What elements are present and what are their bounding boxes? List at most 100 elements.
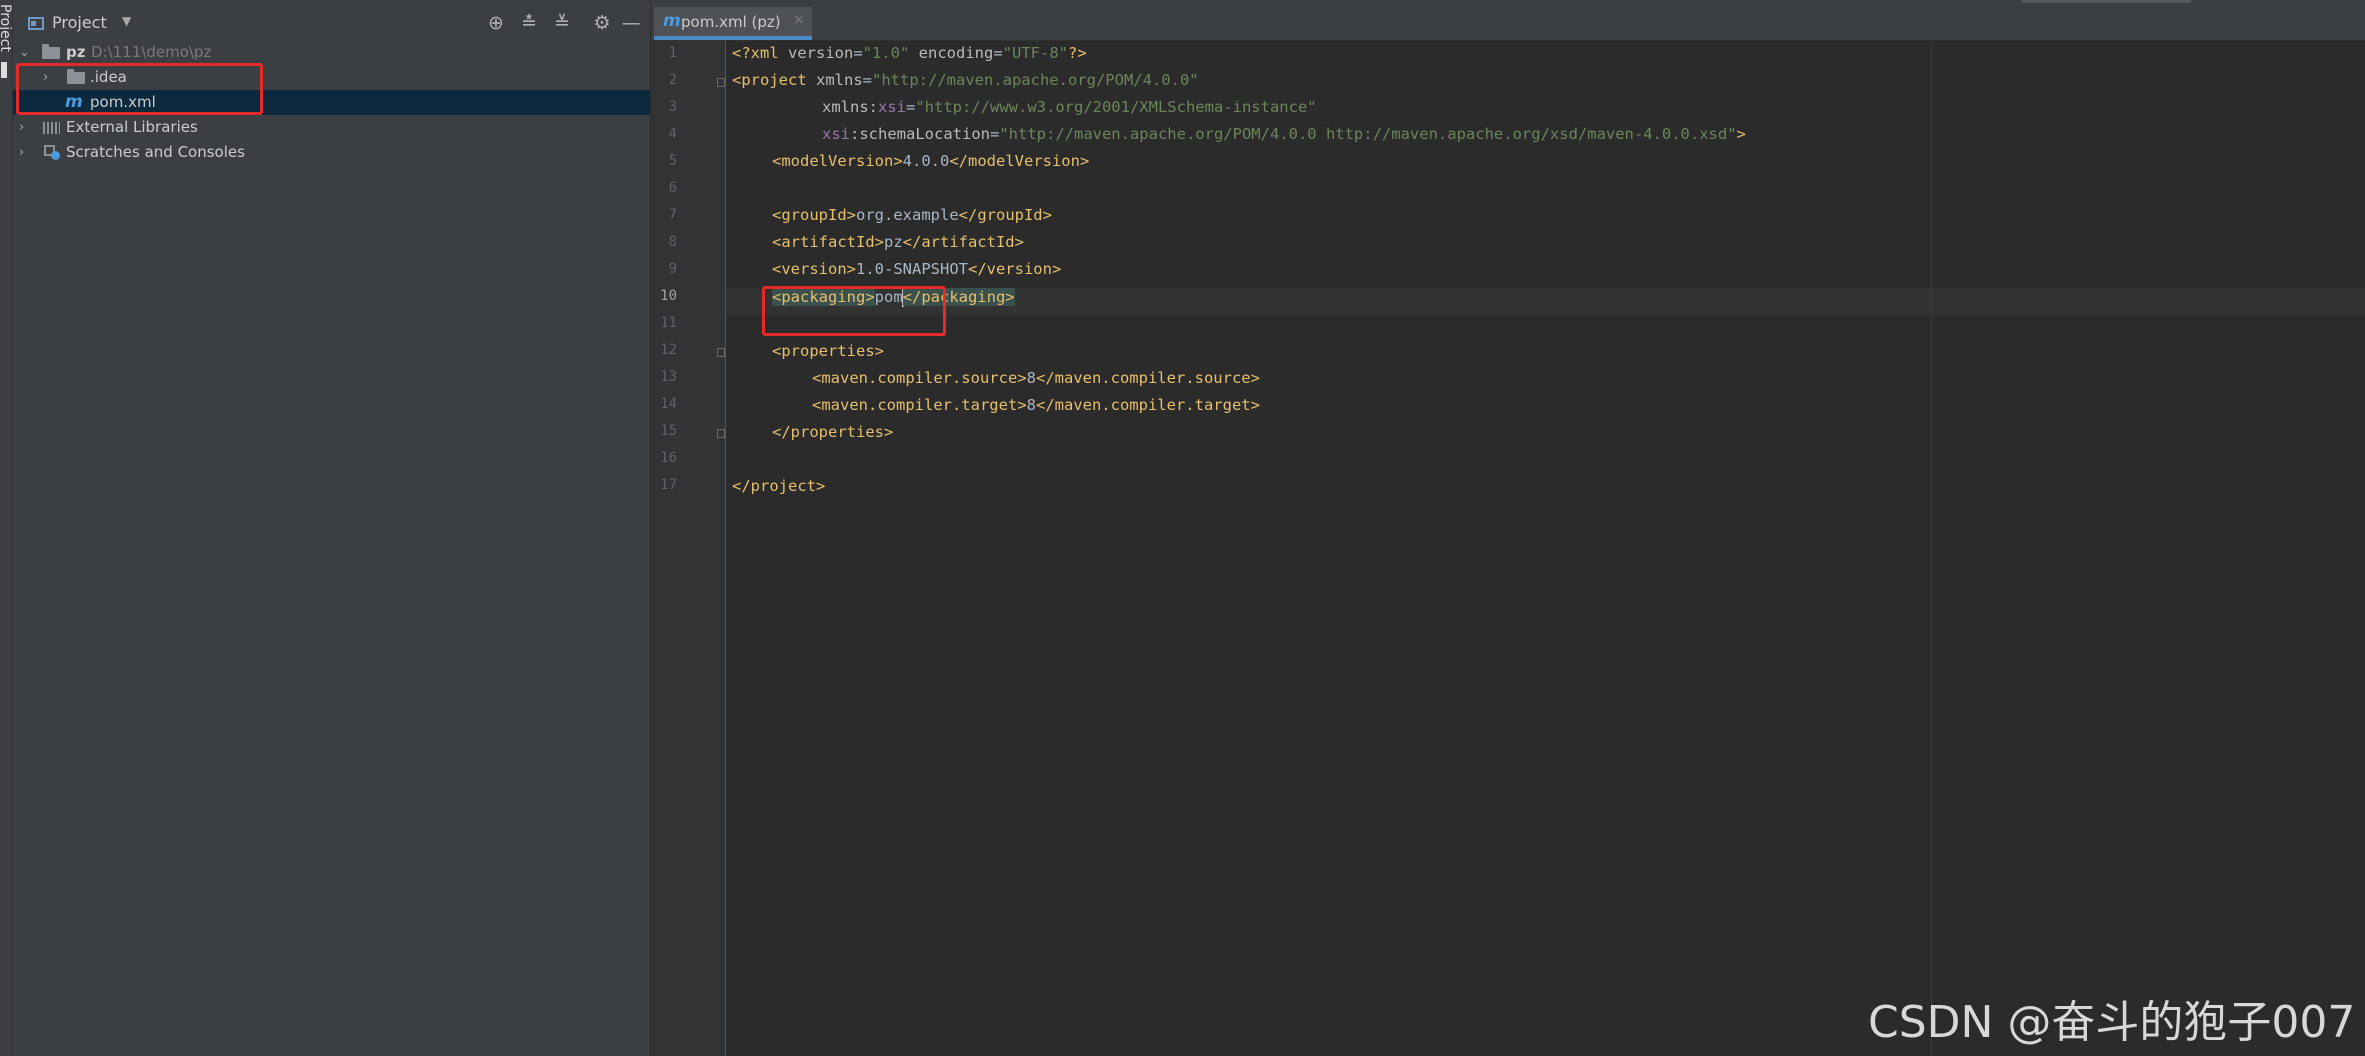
stripe-indicator bbox=[1, 62, 7, 78]
tag-text: pz bbox=[883, 233, 903, 251]
tag-open: <properties> bbox=[772, 342, 884, 360]
chevron-right-icon[interactable]: › bbox=[19, 115, 24, 140]
line-number: 7 bbox=[668, 207, 677, 223]
line-number: 15 bbox=[660, 423, 677, 439]
tag-close: </groupId> bbox=[958, 206, 1052, 224]
gear-icon[interactable]: ⚙ bbox=[590, 11, 614, 35]
code-line-14[interactable]: <maven.compiler.target>8</maven.compiler… bbox=[812, 392, 1260, 419]
line-number: 1 bbox=[668, 45, 677, 61]
tag-close: </artifactId> bbox=[902, 233, 1024, 251]
tag-close: </maven.compiler.target> bbox=[1035, 396, 1260, 414]
tag-open: <maven.compiler.target> bbox=[812, 396, 1027, 414]
attr-name: version bbox=[778, 44, 854, 62]
line-number: 9 bbox=[668, 261, 677, 277]
line-number: 12 bbox=[660, 342, 677, 358]
toolbar-widget bbox=[2021, 0, 2191, 3]
attr-name: :schemaLocation bbox=[850, 125, 990, 143]
code-line-1[interactable]: <?xml version="1.0" encoding="UTF-8"?> bbox=[732, 40, 1087, 67]
fold-marker[interactable] bbox=[717, 78, 725, 87]
line-number: 3 bbox=[668, 99, 677, 115]
view-dropdown-icon[interactable]: ▼ bbox=[122, 14, 131, 28]
chevron-right-icon[interactable]: › bbox=[19, 140, 24, 165]
expand-all-icon[interactable]: ≛ bbox=[517, 11, 541, 35]
code-line-2[interactable]: <project xmlns="http://maven.apache.org/… bbox=[732, 67, 1199, 94]
line-number: 11 bbox=[660, 315, 677, 331]
right-margin-guide bbox=[1931, 41, 1932, 1056]
scratches-icon bbox=[44, 145, 60, 160]
project-view-icon bbox=[28, 17, 44, 30]
tag-close: </maven.compiler.source> bbox=[1035, 369, 1260, 387]
tag-text: 1.0-SNAPSHOT bbox=[856, 260, 968, 278]
code-line-3[interactable]: xmlns:xsi="http://www.w3.org/2001/XMLSch… bbox=[822, 94, 1317, 121]
line-number: 5 bbox=[668, 153, 677, 169]
editor-tab-bar: m pom.xml (pz) × bbox=[651, 0, 2365, 41]
tab-pom-xml[interactable]: m pom.xml (pz) × bbox=[654, 7, 812, 40]
tree-item-root[interactable]: ⌄ pz D:\111\demo\pz bbox=[13, 40, 650, 65]
tag-open: <modelVersion> bbox=[772, 152, 903, 170]
equals: = bbox=[853, 44, 863, 62]
line-number: 8 bbox=[668, 234, 677, 250]
library-icon bbox=[43, 122, 60, 134]
fold-marker[interactable] bbox=[717, 429, 725, 438]
equals: = bbox=[989, 125, 1000, 143]
code-line-17[interactable]: </project> bbox=[732, 473, 825, 500]
attr-value: "UTF-8" bbox=[1002, 44, 1069, 62]
editor-area: m pom.xml (pz) × 1 2 3 4 5 6 7 8 9 10 11… bbox=[651, 0, 2365, 1056]
tree-item-scratches[interactable]: › Scratches and Consoles bbox=[13, 140, 650, 165]
tag-close: </properties> bbox=[772, 423, 894, 441]
code-line-9[interactable]: <version>1.0-SNAPSHOT</version> bbox=[772, 256, 1061, 283]
project-panel-title[interactable]: Project bbox=[52, 13, 107, 32]
tag-text: 8 bbox=[1026, 396, 1036, 414]
line-number: 14 bbox=[660, 396, 677, 412]
line-number-current: 10 bbox=[660, 288, 677, 304]
line-number: 16 bbox=[660, 450, 677, 466]
root-folder-name: pz bbox=[66, 43, 86, 61]
locate-icon[interactable]: ⊕ bbox=[484, 11, 508, 35]
tag-close: </version> bbox=[967, 260, 1062, 278]
line-number-gutter: 1 2 3 4 5 6 7 8 9 10 11 12 13 14 15 16 1… bbox=[651, 41, 726, 1056]
root-folder-path: D:\111\demo\pz bbox=[91, 43, 212, 61]
line-number: 17 bbox=[660, 477, 677, 493]
close-icon[interactable]: × bbox=[793, 12, 805, 28]
attr-value: "1.0" bbox=[862, 44, 910, 62]
tree-item-external-libraries[interactable]: › External Libraries bbox=[13, 115, 650, 140]
code-line-15[interactable]: </properties> bbox=[772, 419, 893, 446]
tag-text: org.example bbox=[856, 206, 959, 224]
code-line-5[interactable]: <modelVersion>4.0.0</modelVersion> bbox=[772, 148, 1089, 175]
line-number: 6 bbox=[668, 180, 677, 196]
attr-name: xmlns: bbox=[822, 98, 878, 116]
tab-label: pom.xml (pz) bbox=[681, 13, 781, 31]
code-line-7[interactable]: <groupId>org.example</groupId> bbox=[772, 202, 1052, 229]
attr-name: xmlns bbox=[806, 71, 863, 89]
tag-text: 8 bbox=[1026, 369, 1036, 387]
scratches-label: Scratches and Consoles bbox=[66, 143, 245, 161]
equals: = bbox=[862, 71, 872, 89]
code-line-13[interactable]: <maven.compiler.source>8</maven.compiler… bbox=[812, 365, 1260, 392]
maven-file-icon: m bbox=[663, 11, 681, 31]
chevron-down-icon[interactable]: ⌄ bbox=[19, 40, 30, 65]
fold-marker[interactable] bbox=[717, 348, 725, 357]
tag-end: > bbox=[1736, 125, 1746, 143]
collapse-all-icon[interactable]: ≚ bbox=[550, 11, 574, 35]
tag-open: <project bbox=[732, 71, 807, 89]
tag-open: <maven.compiler.source> bbox=[812, 369, 1027, 387]
xml-decl-end: ?> bbox=[1068, 44, 1087, 62]
namespace: xsi bbox=[822, 125, 850, 143]
tag-close: </modelVersion> bbox=[949, 152, 1090, 170]
tag-text: 4.0.0 bbox=[902, 152, 950, 170]
line-number: 4 bbox=[668, 126, 677, 142]
xml-decl: <?xml bbox=[732, 44, 779, 62]
tool-window-stripe: Project bbox=[0, 0, 13, 1056]
minimize-icon[interactable]: — bbox=[619, 11, 643, 35]
attr-name: encoding bbox=[909, 44, 994, 62]
code-line-12[interactable]: <properties> bbox=[772, 338, 884, 365]
watermark-text: CSDN @奋斗的狍子007 bbox=[1868, 997, 2356, 1048]
code-line-8[interactable]: <artifactId>pz</artifactId> bbox=[772, 229, 1024, 256]
code-line-4[interactable]: xsi:schemaLocation="http://maven.apache.… bbox=[822, 121, 1746, 148]
project-tool-window: Project ▼ ⊕ ≛ ≚ ⚙ — ⌄ pz D:\111\demo\pz … bbox=[13, 0, 650, 1056]
folder-icon bbox=[42, 44, 60, 59]
project-stripe-button[interactable]: Project bbox=[0, 4, 13, 52]
line-number: 2 bbox=[668, 72, 677, 88]
line-number: 13 bbox=[660, 369, 677, 385]
tag-open: <version> bbox=[772, 260, 856, 278]
